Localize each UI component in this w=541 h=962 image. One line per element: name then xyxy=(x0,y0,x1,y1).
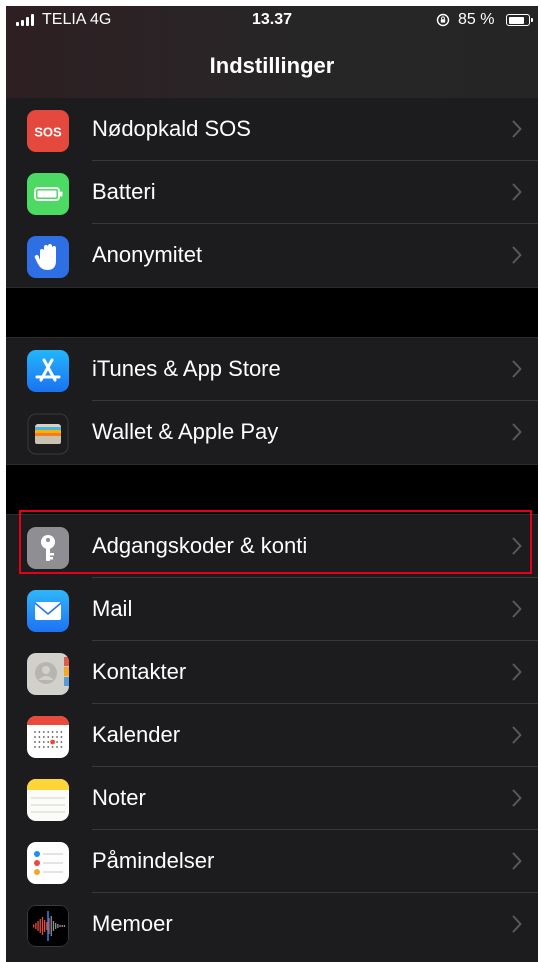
settings-row-passwords-accounts[interactable]: Adgangskoder & konti xyxy=(6,515,538,578)
battery-icon xyxy=(27,173,69,215)
carrier-label: TELIA 4G xyxy=(42,11,112,28)
settings-row-label: Kontakter xyxy=(92,659,187,684)
settings-row-label: Kalender xyxy=(92,722,181,747)
chevron-right-icon xyxy=(512,852,522,870)
settings-row-label: Påmindelser xyxy=(92,848,215,873)
signal-strength-icon xyxy=(16,14,34,26)
chevron-right-icon xyxy=(512,360,522,378)
svg-text:SOS: SOS xyxy=(34,125,62,140)
settings-row-emergency-sos[interactable]: SOS Nødopkald SOS xyxy=(6,98,538,161)
settings-row-label: Nødopkald SOS xyxy=(92,116,251,141)
notes-icon xyxy=(27,779,69,821)
settings-row-label: Batteri xyxy=(92,179,156,204)
settings-row-label: iTunes & App Store xyxy=(92,356,281,381)
battery-percent: 85 % xyxy=(458,11,495,28)
section-separator xyxy=(6,287,538,338)
orientation-lock-icon xyxy=(436,13,450,27)
settings-row-privacy[interactable]: Anonymitet xyxy=(6,224,538,287)
contacts-icon xyxy=(27,653,69,695)
settings-row-label: Noter xyxy=(92,785,146,810)
status-bar: TELIA 4G 13.37 85 % xyxy=(6,6,538,36)
settings-row-label: Mail xyxy=(92,596,133,621)
reminders-icon xyxy=(27,842,69,884)
section-separator xyxy=(6,464,538,515)
chevron-right-icon xyxy=(512,183,522,201)
settings-row-label: Anonymitet xyxy=(92,242,203,267)
settings-row-voice-memos[interactable]: Memoer xyxy=(6,893,538,956)
sos-icon: SOS xyxy=(27,110,69,152)
chevron-right-icon xyxy=(512,726,522,744)
settings-row-label: Memoer xyxy=(92,911,173,936)
settings-row-label: Adgangskoder & konti xyxy=(92,533,308,558)
settings-row-wallet-apple-pay[interactable]: Wallet & Apple Pay xyxy=(6,401,538,464)
chevron-right-icon xyxy=(512,600,522,618)
settings-row-battery[interactable]: Batteri xyxy=(6,161,538,224)
settings-row-calendar[interactable]: Kalender xyxy=(6,704,538,767)
settings-row-label: Wallet & Apple Pay xyxy=(92,419,279,444)
settings-row-mail[interactable]: Mail xyxy=(6,578,538,641)
chevron-right-icon xyxy=(512,246,522,264)
settings-list: SOS Nødopkald SOS Batteri Anonymitet iTunes … xyxy=(6,98,538,956)
page-title: Indstillinger xyxy=(209,53,335,78)
settings-screen: TELIA 4G 13.37 85 % Indstillinger SOS Nød… xyxy=(6,6,538,962)
chevron-right-icon xyxy=(512,789,522,807)
voice-memos-icon xyxy=(27,905,69,947)
chevron-right-icon xyxy=(512,537,522,555)
settings-row-reminders[interactable]: Påmindelser xyxy=(6,830,538,893)
chevron-right-icon xyxy=(512,120,522,138)
settings-row-itunes-app-store[interactable]: iTunes & App Store xyxy=(6,338,538,401)
battery-status-icon xyxy=(506,14,533,26)
mail-icon xyxy=(27,590,69,632)
nav-header: TELIA 4G 13.37 85 % Indstillinger xyxy=(6,6,538,98)
app-store-icon xyxy=(27,350,69,392)
calendar-icon xyxy=(27,716,69,758)
chevron-right-icon xyxy=(512,915,522,933)
settings-row-notes[interactable]: Noter xyxy=(6,767,538,830)
hand-icon xyxy=(27,236,69,278)
key-icon xyxy=(27,527,69,569)
wallet-icon xyxy=(27,413,69,455)
chevron-right-icon xyxy=(512,663,522,681)
settings-row-contacts[interactable]: Kontakter xyxy=(6,641,538,704)
chevron-right-icon xyxy=(512,423,522,441)
